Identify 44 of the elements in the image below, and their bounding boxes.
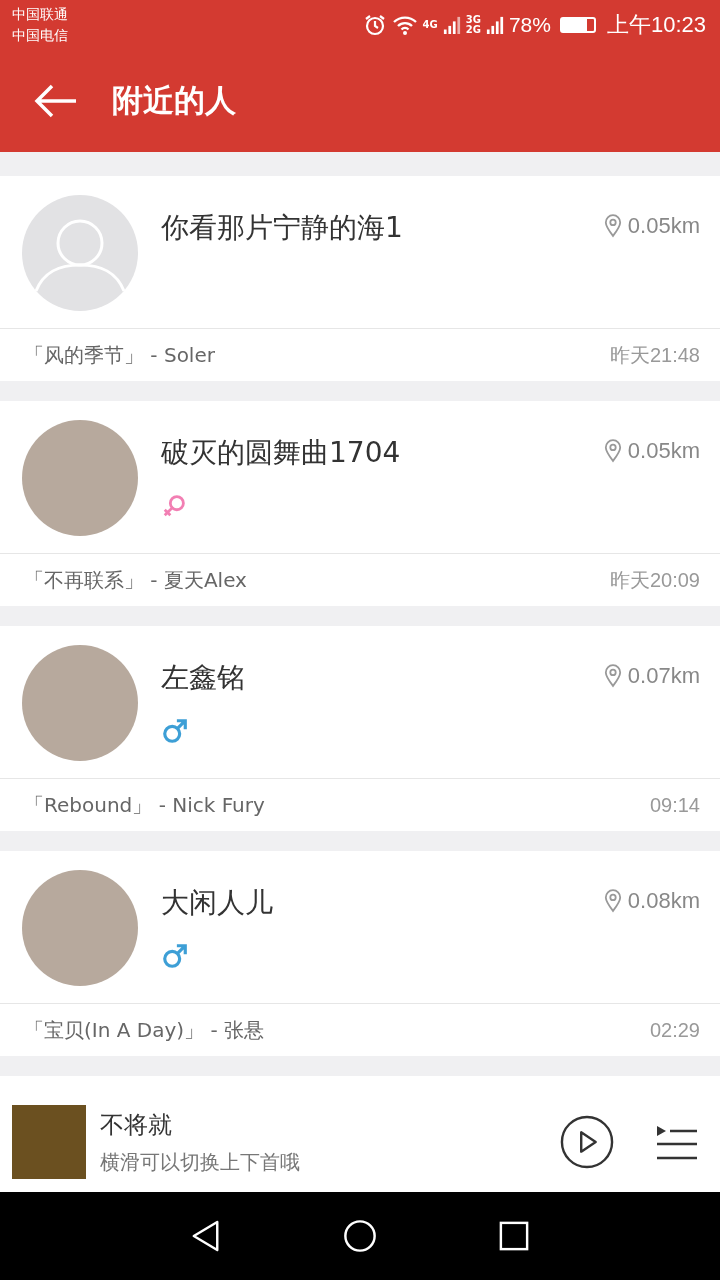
status-time: 上午10:23: [606, 11, 706, 39]
wifi-icon: [391, 14, 418, 36]
person-card[interactable]: 大闲人儿 0.08km 「宝贝(In A Day)」 - 张悬 02:29: [0, 851, 720, 1056]
timestamp: 昨天21:48: [609, 342, 700, 368]
carrier-name: 中国电信: [12, 26, 68, 45]
user-name: 破灭的圆舞曲1704: [161, 435, 402, 471]
song-text: 「不再联系」 - 夏天Alex: [24, 566, 247, 594]
playlist-icon[interactable]: [656, 1124, 698, 1160]
network-type: 2G: [465, 25, 481, 35]
user-name: 大闲人儿: [161, 885, 274, 921]
carrier-name: 中国联通: [12, 5, 68, 24]
home-nav-icon[interactable]: [343, 1219, 377, 1253]
back-nav-icon[interactable]: [191, 1219, 221, 1253]
distance-text: 0.05km: [627, 213, 700, 239]
song-title: 不将就: [100, 1109, 173, 1141]
hint-text: 横滑可以切换上下首哦: [100, 1148, 301, 1176]
person-card[interactable]: 破灭的圆舞曲1704 0.05km 「不再联系」 - 夏天Alex 昨天20:09: [0, 401, 720, 606]
user-name: 左鑫铭: [161, 660, 246, 696]
back-icon[interactable]: [34, 83, 78, 119]
location-pin-icon: [603, 889, 622, 913]
distance-text: 0.08km: [627, 888, 700, 914]
timestamp: 02:29: [649, 1018, 700, 1042]
location-pin-icon: [603, 214, 622, 238]
network-type: 4G: [422, 20, 438, 30]
location-pin-icon: [603, 439, 622, 463]
timestamp: 昨天20:09: [609, 567, 700, 593]
battery-icon: [559, 17, 596, 33]
distance-text: 0.05km: [627, 438, 700, 464]
song-text: 「风的季节」 - Soler: [24, 341, 215, 369]
signal-icon: [442, 14, 461, 36]
distance-text: 0.07km: [627, 663, 700, 689]
song-text: 「宝贝(In A Day)」 - 张悬: [24, 1016, 264, 1044]
location-pin-icon: [603, 664, 622, 688]
timestamp: 09:14: [649, 793, 700, 817]
person-card[interactable]: 左鑫铭 0.07km 「Rebound」 - Nick Fury 09:14: [0, 626, 720, 831]
recents-nav-icon[interactable]: [499, 1221, 529, 1251]
signal-icon: [485, 14, 504, 36]
network-type: 3G: [465, 15, 481, 25]
page-title: 附近的人: [112, 81, 236, 120]
battery-percentage: 78%: [508, 13, 551, 37]
person-card[interactable]: 你看那片宁静的海1 0.05km 「风的季节」 - Soler 昨天21:48: [0, 176, 720, 381]
song-text: 「Rebound」 - Nick Fury: [24, 791, 265, 819]
play-button[interactable]: [560, 1115, 614, 1169]
user-name: 你看那片宁静的海1: [161, 210, 404, 246]
